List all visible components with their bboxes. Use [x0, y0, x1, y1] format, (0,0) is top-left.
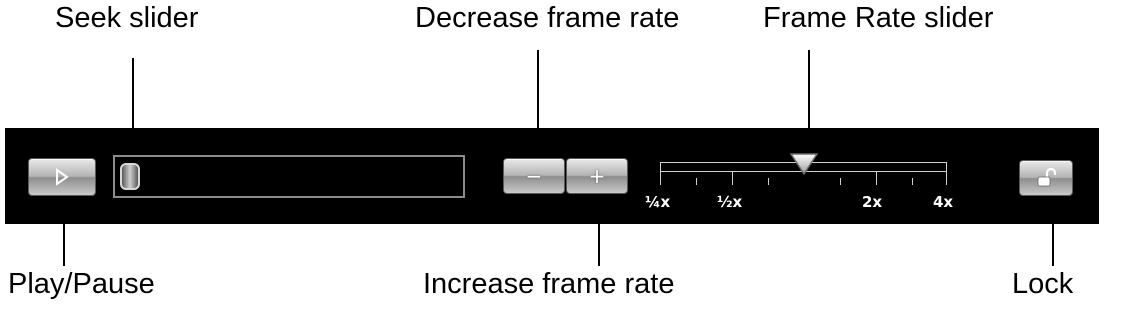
minus-icon: − — [525, 164, 543, 188]
annotation-frame-rate-slider: Frame Rate slider — [763, 2, 994, 34]
play-pause-button[interactable] — [28, 158, 96, 196]
frame-rate-slider-thumb[interactable] — [789, 152, 819, 176]
unlocked-padlock-icon — [1037, 168, 1057, 187]
frame-rate-tick-quarter: ¼x — [645, 193, 671, 211]
frame-rate-tick-2x: 2x — [862, 193, 883, 211]
decrease-frame-rate-button[interactable]: − — [503, 158, 565, 194]
annotation-lock: Lock — [1012, 268, 1074, 300]
play-triangle-icon — [56, 168, 69, 186]
seek-slider-thumb[interactable] — [120, 163, 140, 190]
annotation-seek-slider: Seek slider — [55, 2, 199, 34]
plus-icon: + — [588, 164, 606, 188]
increase-frame-rate-button[interactable]: + — [566, 158, 628, 194]
seek-slider[interactable] — [113, 155, 465, 198]
frame-rate-tick-4x: 4x — [933, 193, 954, 211]
media-control-toolbar: − + ¼x ½x 2x 4x — [5, 128, 1099, 224]
lock-button[interactable] — [1019, 160, 1073, 196]
annotation-decrease-frame-rate: Decrease frame rate — [415, 2, 680, 34]
frame-rate-tick-half: ½x — [717, 193, 743, 211]
annotation-increase-frame-rate: Increase frame rate — [423, 268, 675, 300]
annotation-play-pause: Play/Pause — [8, 268, 155, 300]
